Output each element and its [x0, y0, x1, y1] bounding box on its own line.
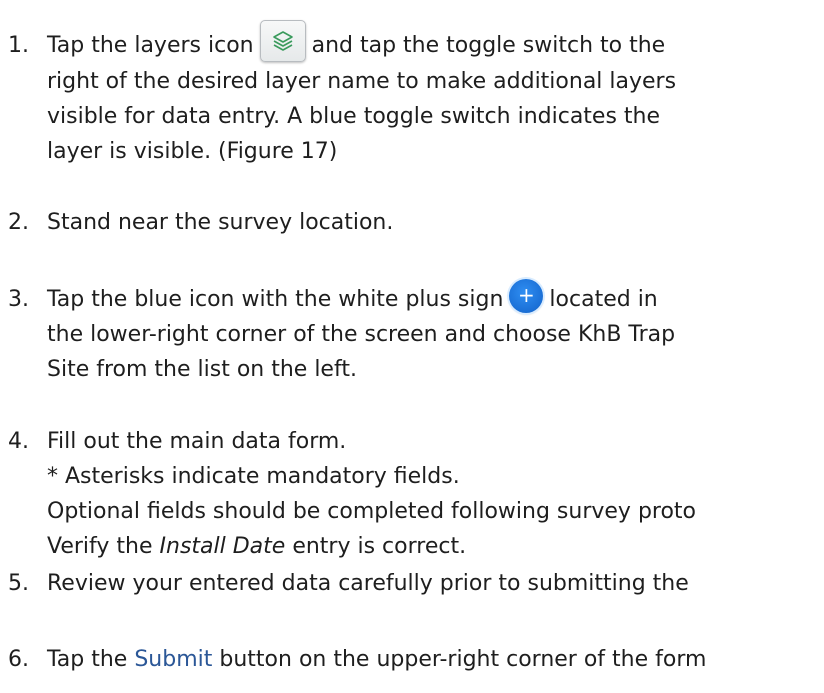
step-number: 1.	[8, 33, 29, 58]
plus-glyph: +	[518, 283, 535, 307]
step-3-line-1: 3. Tap the blue icon with the white plus …	[8, 279, 675, 317]
step-text: button on the upper-right corner of the …	[219, 647, 707, 672]
step-number: 3.	[8, 287, 29, 312]
submit-button-reference: Submit	[134, 647, 213, 672]
step-6: 6. Tap the Submit button on the upper-rig…	[8, 642, 706, 677]
step-3-line-3: Site from the list on the left.	[47, 357, 357, 382]
install-date-emphasis: Install Date	[159, 534, 286, 559]
step-text: Stand near the survey location.	[47, 210, 394, 235]
step-1-line-1: 1. Tap the layers icon and tap the toggle …	[8, 20, 676, 64]
step-4: 4. Fill out the main data form. * Asteris…	[8, 424, 696, 564]
step-4-line-2: * Asterisks indicate mandatory fields.	[47, 464, 460, 489]
step-text: Tap the	[47, 647, 128, 672]
step-2: 2. Stand near the survey location.	[8, 205, 393, 240]
step-number: 2.	[8, 210, 29, 235]
step-1-line-2: right of the desired layer name to make …	[47, 69, 677, 94]
step-number: 5.	[8, 571, 29, 596]
step-text: Fill out the main data form.	[47, 429, 347, 454]
step-text: Review your entered data carefully prior…	[47, 571, 689, 596]
step-4-line-4: Verify the Install Date entry is correct…	[8, 529, 696, 564]
plus-icon: +	[509, 279, 544, 313]
step-4-line-1: 4. Fill out the main data form.	[8, 424, 696, 459]
step-6-line-1: 6. Tap the Submit button on the upper-rig…	[8, 642, 706, 677]
layers-icon	[259, 20, 306, 62]
step-4-line-3: Optional fields should be completed foll…	[47, 499, 697, 524]
step-number: 6.	[8, 647, 29, 672]
step-text: Tap the layers icon	[47, 33, 254, 58]
step-3: 3. Tap the blue icon with the white plus …	[8, 279, 676, 387]
step-text: and tap the toggle switch to the	[311, 33, 666, 58]
step-5-line-1: 5. Review your entered data carefully pri…	[8, 566, 689, 601]
step-text: entry is correct.	[292, 534, 467, 559]
step-text: Tap the blue icon with the white plus si…	[47, 287, 504, 312]
step-text: located in	[549, 287, 658, 312]
step-number: 4.	[8, 429, 29, 454]
step-1: 1. Tap the layers icon and tap the toggle …	[8, 20, 677, 169]
step-1-line-4: layer is visible. (Figure 17)	[47, 139, 338, 164]
step-text: Verify the	[47, 534, 153, 559]
step-1-line-3: visible for data entry. A blue toggle sw…	[47, 104, 661, 129]
step-3-line-2: the lower-right corner of the screen and…	[47, 322, 676, 347]
step-5: 5. Review your entered data carefully pri…	[8, 566, 689, 601]
step-2-line-1: 2. Stand near the survey location.	[8, 205, 393, 240]
